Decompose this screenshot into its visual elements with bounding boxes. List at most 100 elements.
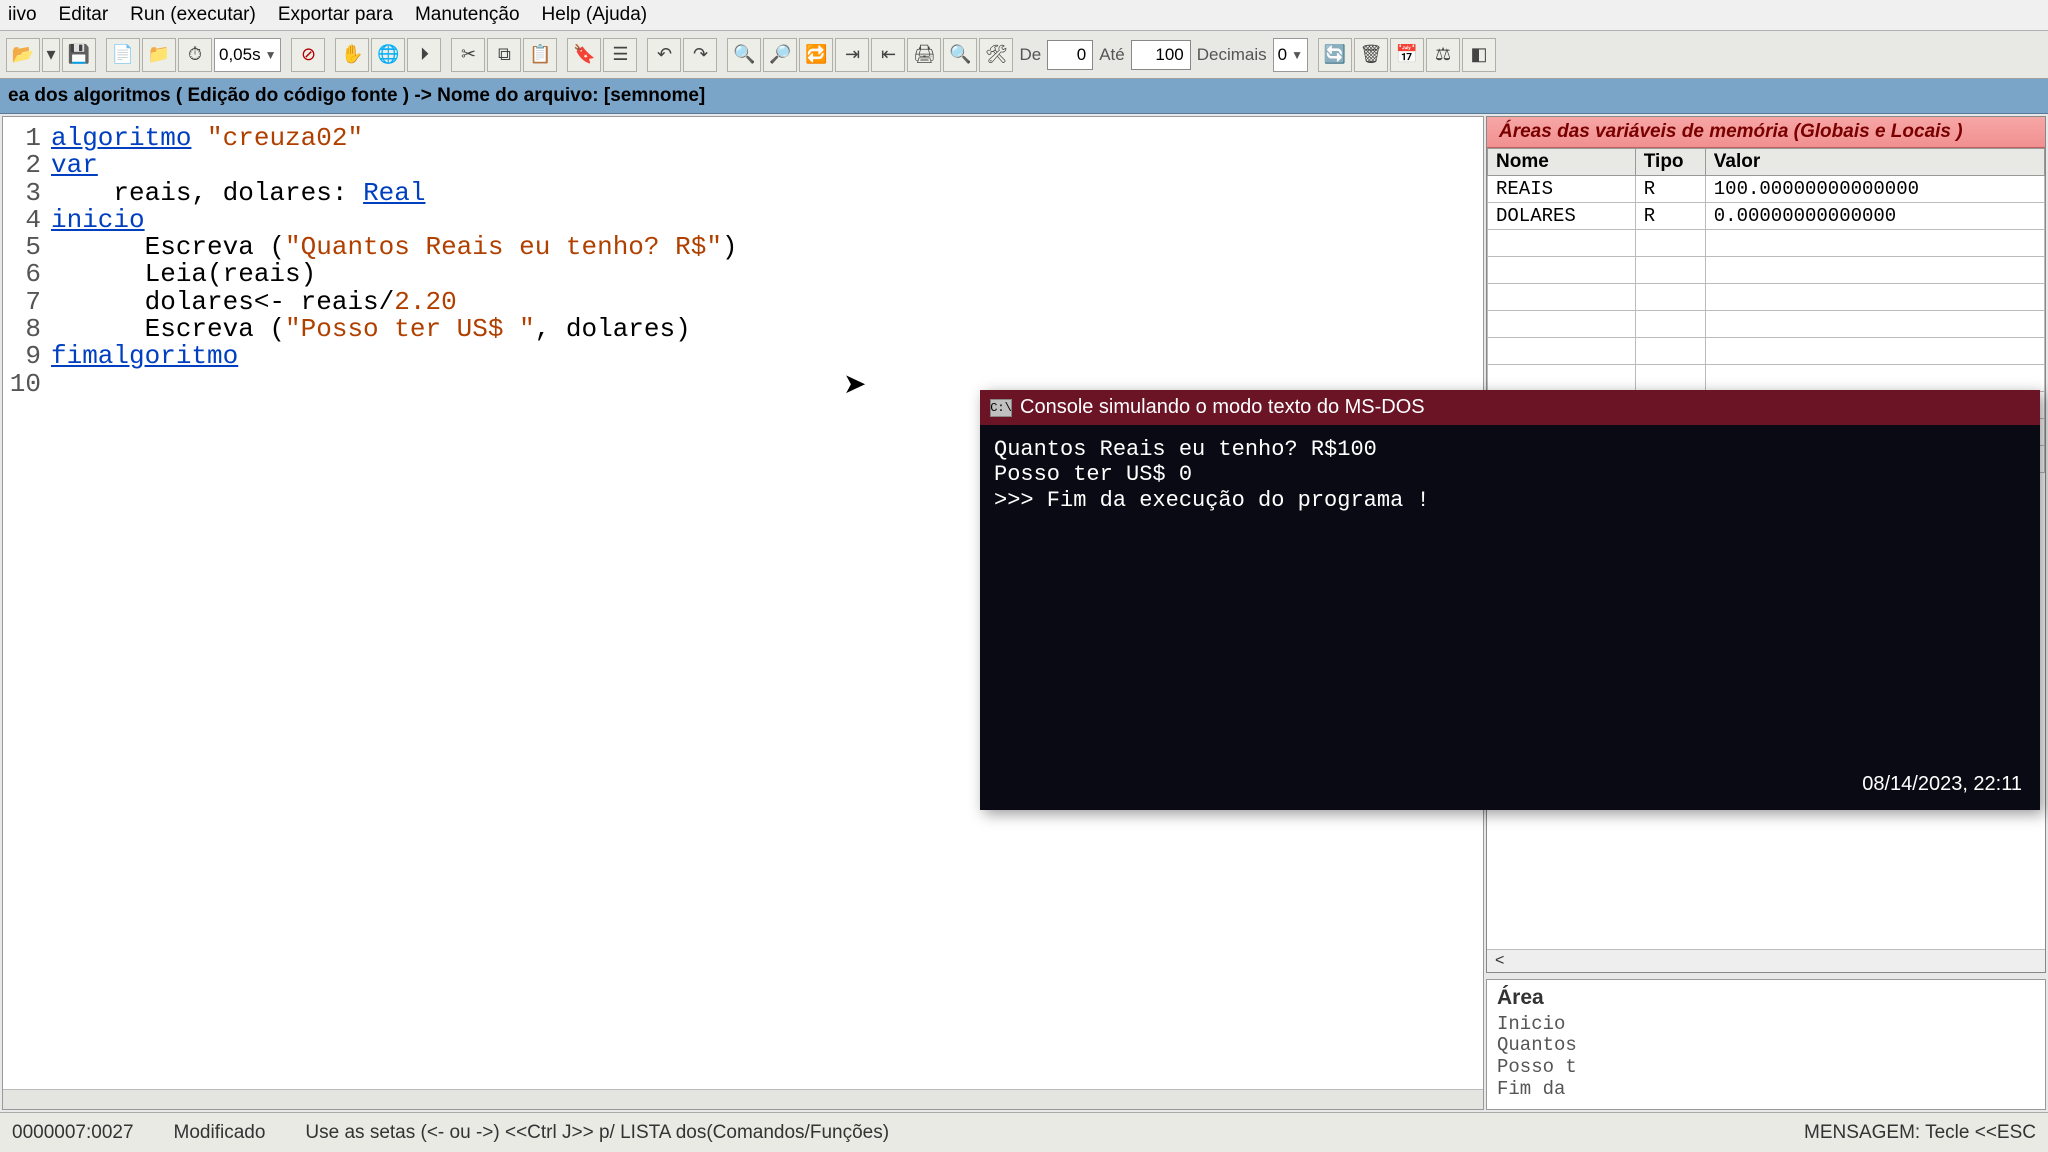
line-number: 9	[3, 343, 51, 370]
doc-icon[interactable]: 📄	[106, 38, 140, 72]
source-header: ea dos algoritmos ( Edição do código fon…	[0, 79, 2048, 114]
console-titlebar[interactable]: C:\ Console simulando o modo texto do MS…	[980, 390, 2040, 425]
col-tipo[interactable]: Tipo	[1635, 149, 1705, 176]
zoom-icon[interactable]: 🔍	[943, 38, 977, 72]
filename: [semnome]	[604, 85, 705, 106]
code-text: Leia(reais)	[51, 261, 316, 288]
code-line[interactable]: 7 dolares<- reais/2.20	[3, 289, 1483, 316]
menu-manutencao[interactable]: Manutenção	[415, 4, 520, 26]
console-line: Posso ter US$ 0	[994, 462, 2026, 487]
calendar-icon[interactable]: 📅	[1390, 38, 1424, 72]
de-input[interactable]	[1047, 40, 1093, 70]
panel-icon[interactable]: ◧	[1462, 38, 1496, 72]
ate-input[interactable]	[1131, 40, 1191, 70]
outdent-icon[interactable]: ⇤	[871, 38, 905, 72]
console-line: >>> Fim da execução do programa !	[994, 488, 2026, 513]
menu-arquivo[interactable]: iivo	[8, 4, 37, 26]
line-number: 6	[3, 261, 51, 288]
replace-icon[interactable]: 🔁	[799, 38, 833, 72]
globe-icon[interactable]: 🌐	[371, 38, 405, 72]
refresh-icon[interactable]: 🔄	[1318, 38, 1352, 72]
console-window[interactable]: C:\ Console simulando o modo texto do MS…	[980, 390, 2040, 810]
stop-icon[interactable]: ⊘	[291, 38, 325, 72]
line-number: 2	[3, 152, 51, 179]
variable-row-empty	[1488, 338, 2045, 365]
ate-label: Até	[1099, 45, 1125, 65]
hand-icon[interactable]: ✋	[335, 38, 369, 72]
status-position: 0000007:0027	[12, 1122, 134, 1144]
code-line[interactable]: 6 Leia(reais)	[3, 261, 1483, 288]
save-icon[interactable]: 💾	[62, 38, 96, 72]
timer-icon[interactable]: ⏱	[178, 38, 212, 72]
col-valor[interactable]: Valor	[1705, 149, 2044, 176]
find-icon[interactable]: 🔍	[727, 38, 761, 72]
folder-icon[interactable]: 📁	[142, 38, 176, 72]
code-text: dolares<- reais/2.20	[51, 289, 457, 316]
status-message: MENSAGEM: Tecle <<ESC	[1804, 1122, 2036, 1144]
line-number: 7	[3, 289, 51, 316]
code-text: Escreva ("Quantos Reais eu tenho? R$")	[51, 234, 738, 261]
col-nome[interactable]: Nome	[1488, 149, 1636, 176]
decimals-select[interactable]: 0 ▼	[1273, 38, 1308, 72]
code-text: algoritmo "creuza02"	[51, 125, 363, 152]
variable-cell: R	[1635, 176, 1705, 203]
horizontal-scrollbar[interactable]	[3, 1089, 1483, 1109]
variable-row-empty	[1488, 365, 2045, 392]
indent-icon[interactable]: ⇥	[835, 38, 869, 72]
line-number: 8	[3, 316, 51, 343]
code-line[interactable]: 3 reais, dolares: Real	[3, 180, 1483, 207]
line-number: 4	[3, 207, 51, 234]
copy-icon[interactable]: ⧉	[487, 38, 521, 72]
dec-value: 0	[1278, 45, 1287, 65]
code-line[interactable]: 5 Escreva ("Quantos Reais eu tenho? R$")	[3, 234, 1483, 261]
output-line: Quantos	[1497, 1035, 2035, 1057]
line-number: 10	[3, 371, 51, 398]
open-icon[interactable]: 📂	[6, 38, 40, 72]
menu-help[interactable]: Help (Ajuda)	[542, 4, 648, 26]
status-bar: 0000007:0027 Modificado Use as setas (<-…	[0, 1112, 2048, 1152]
tool-icon[interactable]: 🛠	[979, 38, 1013, 72]
output-area-title: Área	[1487, 980, 2045, 1012]
console-line: Quantos Reais eu tenho? R$100	[994, 437, 2026, 462]
speed-select[interactable]: 0,05s ▼	[214, 38, 281, 72]
cut-icon[interactable]: ✂	[451, 38, 485, 72]
variable-row[interactable]: REAISR100.00000000000000	[1488, 176, 2045, 203]
code-line[interactable]: 8 Escreva ("Posso ter US$ ", dolares)	[3, 316, 1483, 343]
line-number: 3	[3, 180, 51, 207]
variable-row[interactable]: DOLARESR0.00000000000000	[1488, 203, 2045, 230]
variable-cell: 100.00000000000000	[1705, 176, 2044, 203]
code-line[interactable]: 2var	[3, 152, 1483, 179]
menu-editar[interactable]: Editar	[59, 4, 109, 26]
de-label: De	[1019, 45, 1041, 65]
balance-icon[interactable]: ⚖	[1426, 38, 1460, 72]
menu-exportar[interactable]: Exportar para	[278, 4, 393, 26]
code-text: Escreva ("Posso ter US$ ", dolares)	[51, 316, 691, 343]
menu-run[interactable]: Run (executar)	[130, 4, 256, 26]
find-next-icon[interactable]: 🔎	[763, 38, 797, 72]
code-line[interactable]: 1algoritmo "creuza02"	[3, 125, 1483, 152]
code-line[interactable]: 9fimalgoritmo	[3, 343, 1483, 370]
print-icon[interactable]: 🖨	[907, 38, 941, 72]
console-timestamp: 08/14/2023, 22:11	[1862, 773, 2022, 796]
code-line[interactable]: 4inicio	[3, 207, 1483, 234]
variable-cell: REAIS	[1488, 176, 1636, 203]
redo-icon[interactable]: ↷	[683, 38, 717, 72]
undo-icon[interactable]: ↶	[647, 38, 681, 72]
chevron-down-icon: ▼	[265, 48, 277, 62]
variables-title: Áreas das variáveis de memória (Globais …	[1487, 117, 2045, 148]
mouse-cursor-icon: ➤	[843, 367, 866, 400]
code-text: inicio	[51, 207, 145, 234]
step-icon[interactable]: ⏵	[407, 38, 441, 72]
output-line: Fim da	[1497, 1079, 2035, 1101]
status-hint: Use as setas (<- ou ->) <<Ctrl J>> p/ LI…	[305, 1122, 889, 1144]
list-icon[interactable]: ☰	[603, 38, 637, 72]
code-text: var	[51, 152, 98, 179]
open-dropdown-icon[interactable]: ▾	[42, 38, 60, 72]
console-title: Console simulando o modo texto do MS-DOS	[1020, 396, 1425, 419]
bookmark-icon[interactable]: 🔖	[567, 38, 601, 72]
trash-icon[interactable]: 🗑	[1354, 38, 1388, 72]
collapse-toggle[interactable]: <	[1487, 949, 2045, 972]
speed-value: 0,05s	[219, 45, 261, 65]
paste-icon[interactable]: 📋	[523, 38, 557, 72]
toolbar: 📂 ▾ 💾 📄 📁 ⏱ 0,05s ▼ ⊘ ✋ 🌐 ⏵ ✂ ⧉ 📋 🔖 ☰ ↶ …	[0, 31, 2048, 79]
